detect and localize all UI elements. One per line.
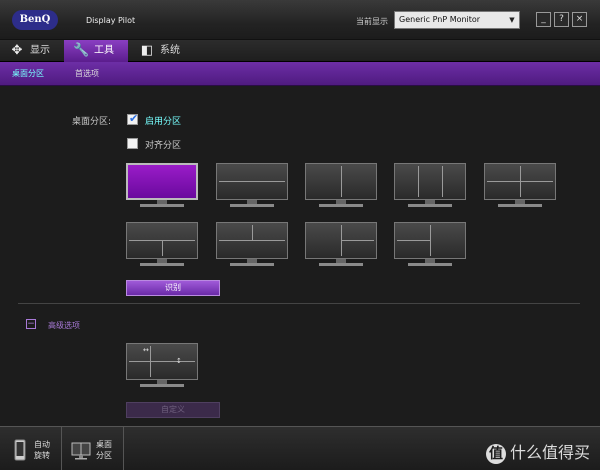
section-divider — [18, 303, 580, 304]
vertical-resize-icon: ↕ — [176, 357, 182, 365]
checkmark-icon: ✔ — [129, 112, 139, 125]
split-line — [150, 346, 151, 377]
monitor-label: 当前显示 — [356, 17, 388, 26]
watermark-text: 什么值得买 — [509, 443, 590, 462]
desktop-monitor-icon — [71, 442, 91, 460]
monitor-screen — [305, 222, 377, 259]
layout-four-quadrants[interactable] — [484, 163, 556, 209]
customize-button[interactable]: 自定义 — [126, 402, 220, 418]
display-settings-icon: ✥ — [11, 43, 23, 58]
system-icon: ◧ — [140, 43, 154, 58]
minimize-button[interactable]: _ — [536, 12, 551, 27]
app-title: Display Pilot — [86, 16, 136, 25]
partition-label: 桌面分区: — [72, 117, 112, 127]
monitor-select[interactable]: Generic PnP Monitor ▼ — [394, 11, 520, 29]
split-line — [442, 166, 443, 197]
split-line — [341, 240, 374, 241]
layout-three-columns[interactable] — [394, 163, 466, 209]
enable-partition-label: 启用分区 — [145, 117, 182, 127]
tab-tools[interactable]: 🔧 工具 — [64, 40, 128, 62]
monitor-base — [140, 204, 184, 207]
desktop-partition-button[interactable]: 桌面 分区 — [62, 427, 124, 470]
custom-layout-preview: ↔ ↕ — [126, 343, 198, 389]
monitor-base — [408, 204, 452, 207]
align-partition-checkbox[interactable] — [127, 138, 138, 149]
monitor-screen: ↔ ↕ — [126, 343, 198, 380]
split-line — [162, 240, 163, 256]
desktop-partition-label: 桌面 分区 — [96, 440, 112, 460]
align-partition-label: 对齐分区 — [145, 141, 182, 151]
phone-rotate-icon — [14, 439, 26, 461]
tab-system-label: 系统 — [160, 45, 180, 56]
auto-rotate-label: 自动 旋转 — [34, 440, 50, 460]
layout-top-two-bottom-one[interactable] — [216, 222, 288, 268]
layout-left-one-right-two[interactable] — [305, 222, 377, 268]
monitor-base — [498, 204, 542, 207]
monitor-screen — [126, 163, 198, 200]
layout-top-one-bottom-two[interactable] — [126, 222, 198, 268]
sub-tabs: 桌面分区 首选项 — [0, 62, 600, 86]
monitor-screen — [394, 222, 466, 259]
split-line — [219, 181, 285, 182]
split-line — [418, 166, 419, 197]
split-line — [252, 225, 253, 240]
benq-logo: BenQ — [12, 10, 58, 30]
split-line — [341, 166, 342, 197]
monitor-base — [230, 263, 274, 266]
enable-partition-checkbox[interactable]: ✔ — [127, 112, 139, 125]
split-line — [129, 361, 195, 362]
monitor-base — [408, 263, 452, 266]
bottom-toolbar: 自动 旋转 桌面 分区 值什么值得买 — [0, 426, 600, 470]
tab-tools-label: 工具 — [94, 45, 114, 56]
subtab-preferences[interactable]: 首选项 — [75, 62, 99, 86]
layout-full[interactable] — [126, 163, 198, 209]
split-line — [219, 240, 285, 241]
monitor-screen — [394, 163, 466, 200]
tab-system[interactable]: ◧ 系统 — [130, 40, 194, 62]
monitor-screen — [484, 163, 556, 200]
dropdown-arrow-icon: ▼ — [505, 12, 519, 28]
watermark: 值什么值得买 — [485, 439, 590, 464]
split-line — [520, 166, 521, 197]
title-bar: BenQ Display Pilot 当前显示 Generic PnP Moni… — [0, 0, 600, 40]
monitor-base — [319, 204, 363, 207]
advanced-options-label[interactable]: 高级选项 — [48, 320, 80, 331]
split-line — [430, 225, 431, 256]
tab-display[interactable]: ✥ 显示 — [0, 40, 64, 62]
layout-left-two-right-one[interactable] — [394, 222, 466, 268]
tab-display-label: 显示 — [30, 45, 50, 56]
monitor-screen — [305, 163, 377, 200]
monitor-base — [140, 384, 184, 387]
horizontal-resize-icon: ↔ — [143, 346, 149, 354]
watermark-badge: 值 — [485, 444, 506, 464]
monitor-screen — [126, 222, 198, 259]
layout-two-rows[interactable] — [216, 163, 288, 209]
close-button[interactable]: × — [572, 12, 587, 27]
wrench-icon: 🔧 — [73, 43, 90, 58]
help-button[interactable]: ? — [554, 12, 569, 27]
main-tabs: ✥ 显示 🔧 工具 ◧ 系统 — [0, 40, 600, 62]
monitor-screen — [216, 163, 288, 200]
layout-two-columns[interactable] — [305, 163, 377, 209]
monitor-base — [230, 204, 274, 207]
monitor-select-value: Generic PnP Monitor — [399, 15, 481, 24]
identify-button[interactable]: 识别 — [126, 280, 220, 296]
monitor-screen — [216, 222, 288, 259]
monitor-base — [319, 263, 363, 266]
collapse-icon[interactable]: − — [26, 319, 36, 329]
auto-rotate-button[interactable]: 自动 旋转 — [0, 427, 62, 470]
monitor-base — [140, 263, 184, 266]
main-panel: 桌面分区: ✔ 启用分区 对齐分区 识别 − 高级选项 ↔ ↕ 自定义 — [0, 86, 600, 426]
split-line — [397, 240, 430, 241]
subtab-desktop-partition[interactable]: 桌面分区 — [12, 62, 44, 86]
